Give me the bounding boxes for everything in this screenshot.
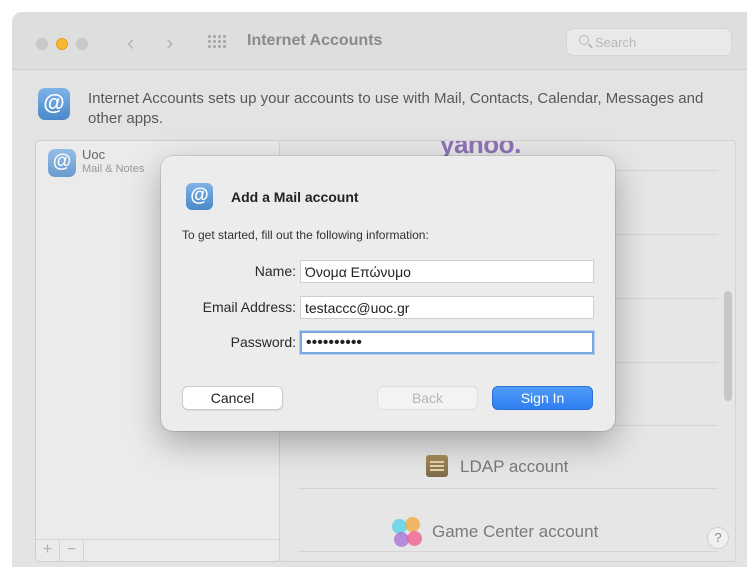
providers-scrollbar[interactable] <box>724 291 732 401</box>
add-mail-account-dialog: @ Add a Mail account To get started, fil… <box>161 156 615 431</box>
zoom-window-button[interactable] <box>76 38 88 50</box>
password-field[interactable] <box>300 331 594 354</box>
account-name: Uoc <box>82 147 106 162</box>
add-account-button[interactable]: + <box>36 540 60 561</box>
account-services: Mail & Notes <box>82 163 145 175</box>
name-field[interactable] <box>300 260 594 283</box>
forward-arrow-icon[interactable]: › <box>166 31 173 55</box>
email-field[interactable] <box>300 296 594 319</box>
search-field[interactable] <box>566 28 732 56</box>
help-button[interactable]: ? <box>707 527 729 549</box>
password-label: Password: <box>230 334 296 350</box>
divider <box>298 551 718 552</box>
remove-account-button[interactable]: − <box>60 540 84 561</box>
search-icon <box>579 35 589 45</box>
email-label: Email Address: <box>202 299 296 315</box>
ldap-icon <box>426 455 448 477</box>
search-input[interactable] <box>595 33 725 51</box>
mail-account-at-icon: @ <box>48 149 76 177</box>
game-center-icon <box>392 517 424 549</box>
title-bar: ‹ › Internet Accounts <box>12 12 747 70</box>
internet-accounts-at-icon: @ <box>38 88 70 120</box>
close-window-button[interactable] <box>36 38 48 50</box>
dialog-title: Add a Mail account <box>231 189 359 205</box>
divider <box>298 488 718 489</box>
mail-at-icon: @ <box>186 183 213 210</box>
back-button[interactable]: Back <box>377 386 478 410</box>
dialog-instructions: To get started, fill out the following i… <box>182 228 429 242</box>
sidebar-footer: + − <box>36 539 280 561</box>
name-label: Name: <box>254 263 296 279</box>
back-arrow-icon[interactable]: ‹ <box>127 31 134 55</box>
provider-game-center-account[interactable]: Game Center account <box>432 522 598 542</box>
header-description: Internet Accounts sets up your accounts … <box>88 90 704 127</box>
cancel-button[interactable]: Cancel <box>182 386 283 410</box>
show-all-grid-icon[interactable] <box>208 35 226 51</box>
window-title: Internet Accounts <box>247 32 383 49</box>
sign-in-button[interactable]: Sign In <box>492 386 593 410</box>
provider-ldap-account[interactable]: LDAP account <box>460 457 568 477</box>
minimize-window-button[interactable] <box>56 38 68 50</box>
